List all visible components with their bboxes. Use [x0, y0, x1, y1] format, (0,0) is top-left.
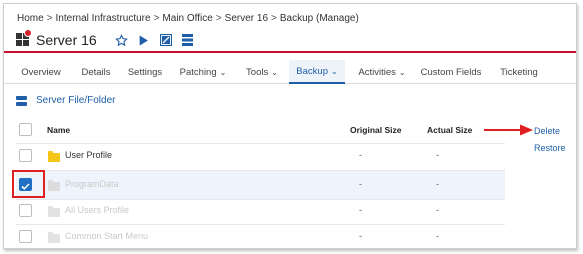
app-window: Home > Internal Infrastructure > Main Office…: [3, 3, 577, 249]
server-file-folder-link[interactable]: Server File/Folder: [16, 95, 115, 106]
server-icon: [16, 95, 27, 106]
tab-bar: Overview Details Settings Patching ⌄ Tool…: [4, 60, 576, 84]
tab-label: Settings: [127, 66, 163, 78]
remote-desktop-icon[interactable]: [159, 33, 173, 47]
row-actual-size: -: [436, 205, 439, 215]
highlight-annotation-box: [12, 170, 45, 198]
tab-activities[interactable]: Activities ⌄: [351, 60, 413, 84]
tab-patching[interactable]: Patching ⌄: [174, 60, 232, 84]
tab-label: Patching: [179, 66, 217, 78]
chevron-down-icon: ⌄: [271, 67, 278, 77]
tab-details[interactable]: Details: [76, 60, 116, 84]
page-header: Server 16: [16, 29, 195, 50]
folder-icon: [48, 206, 60, 217]
row-actual-size: -: [436, 150, 439, 160]
tab-label: Details: [81, 66, 111, 78]
row-divider: [16, 170, 505, 171]
row-actual-size: -: [436, 179, 439, 189]
tab-label: Custom Fields: [420, 66, 482, 78]
breadcrumb: Home > Internal Infrastructure > Main Office…: [17, 13, 359, 24]
restore-link[interactable]: Restore: [534, 143, 566, 153]
row-original-size: -: [359, 205, 362, 215]
row-divider: [16, 199, 505, 200]
delete-link[interactable]: Delete: [534, 126, 560, 136]
alert-badge-icon: [24, 29, 32, 37]
row-divider: [16, 224, 505, 225]
row-name: ProgramData: [65, 179, 119, 189]
tab-label: Backup: [296, 65, 328, 77]
row-name: All Users Profile: [65, 205, 130, 215]
star-icon[interactable]: [115, 33, 129, 47]
tab-backup[interactable]: Backup ⌄: [289, 60, 345, 84]
column-header-name[interactable]: Name: [47, 125, 70, 135]
chevron-down-icon: ⌄: [330, 66, 338, 76]
header-divider: [4, 51, 576, 53]
tab-ticketing[interactable]: Ticketing: [492, 60, 546, 84]
column-header-actual-size[interactable]: Actual Size: [427, 125, 472, 135]
tab-overview[interactable]: Overview: [16, 60, 66, 84]
row-actual-size: -: [436, 231, 439, 241]
breadcrumb-home[interactable]: Home: [17, 13, 44, 24]
breadcrumb-separator: >: [46, 13, 53, 24]
folder-icon: [48, 232, 60, 243]
tab-label: Activities: [358, 66, 396, 78]
row-checkbox[interactable]: [19, 230, 32, 243]
tab-label: Tools: [246, 66, 269, 78]
tab-settings[interactable]: Settings: [124, 60, 166, 84]
breadcrumb-main-office[interactable]: Main Office: [162, 13, 212, 24]
breadcrumb-separator: >: [271, 13, 277, 24]
breadcrumb-server[interactable]: Server 16: [225, 13, 268, 24]
windows-icon: [16, 29, 32, 47]
column-header-original-size[interactable]: Original Size: [350, 125, 402, 135]
select-all-checkbox[interactable]: [19, 123, 32, 136]
breadcrumb-separator: >: [215, 13, 222, 24]
row-checkbox[interactable]: [19, 204, 32, 217]
breadcrumb-current: Backup (Manage): [279, 13, 359, 24]
row-original-size: -: [359, 179, 362, 189]
breadcrumb-separator: >: [153, 13, 160, 24]
folder-icon: [48, 151, 60, 162]
folder-icon: [48, 180, 60, 191]
breadcrumb-internal-infrastructure[interactable]: Internal Infrastructure: [56, 13, 151, 24]
server-stack-icon[interactable]: [181, 33, 195, 47]
row-original-size: -: [359, 231, 362, 241]
play-icon[interactable]: [137, 33, 151, 47]
row-original-size: -: [359, 150, 362, 160]
tab-custom-fields[interactable]: Custom Fields: [418, 60, 484, 84]
chevron-down-icon: ⌄: [398, 67, 406, 77]
row-checkbox[interactable]: [19, 149, 32, 162]
tab-label: Overview: [21, 66, 61, 78]
row-divider: [16, 143, 505, 144]
row-name: User Profile: [65, 150, 113, 160]
server-file-folder-label: Server File/Folder: [36, 95, 116, 106]
chevron-down-icon: ⌄: [219, 67, 227, 77]
tab-tools[interactable]: Tools ⌄: [240, 60, 284, 84]
page-title: Server 16: [36, 32, 97, 48]
row-name: Common Start Menu: [65, 231, 149, 241]
arrow-right-icon: [484, 124, 533, 136]
tab-label: Ticketing: [500, 66, 538, 78]
